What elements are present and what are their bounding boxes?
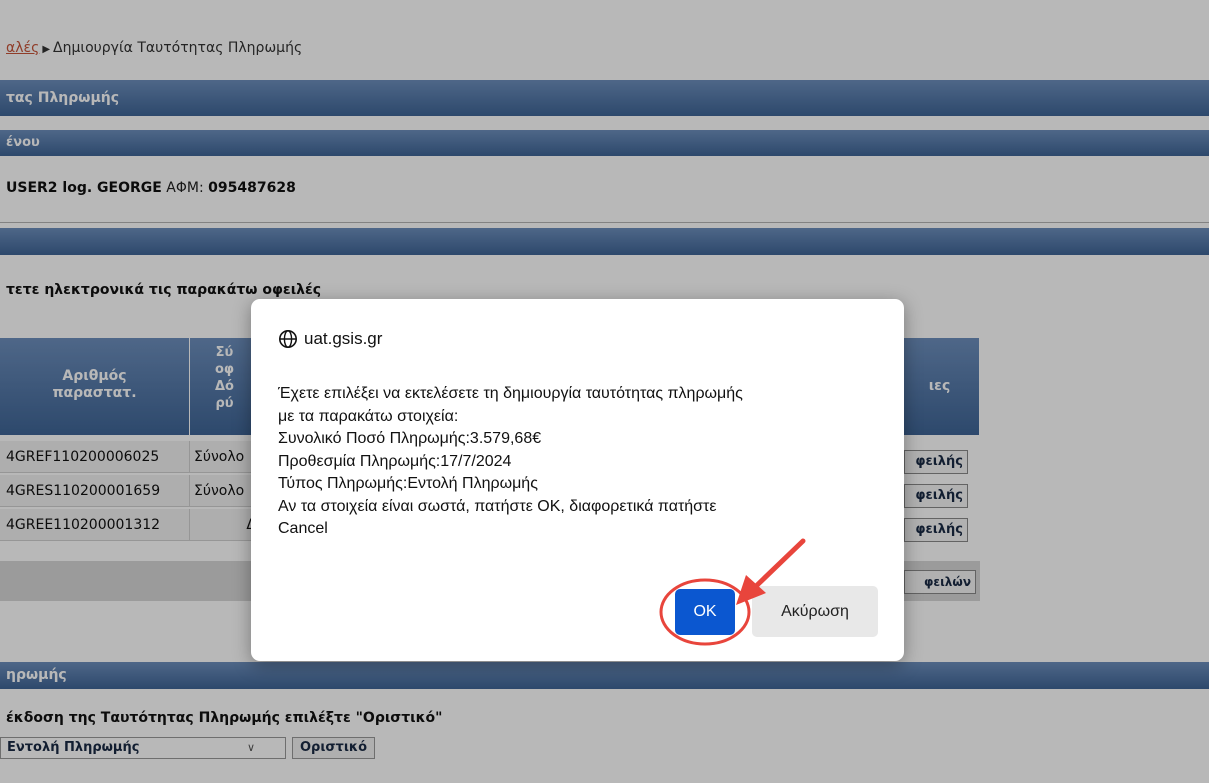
dialog-origin: uat.gsis.gr xyxy=(278,329,382,349)
dialog-origin-text: uat.gsis.gr xyxy=(304,329,383,348)
confirm-dialog: uat.gsis.gr Έχετε επιλέξει να εκτελέσετε… xyxy=(251,299,904,661)
globe-icon xyxy=(279,330,297,348)
cancel-button[interactable]: Ακύρωση xyxy=(752,586,878,637)
dialog-message: Έχετε επιλέξει να εκτελέσετε τη δημιουργ… xyxy=(278,385,743,537)
ok-button[interactable]: OK xyxy=(675,589,735,635)
